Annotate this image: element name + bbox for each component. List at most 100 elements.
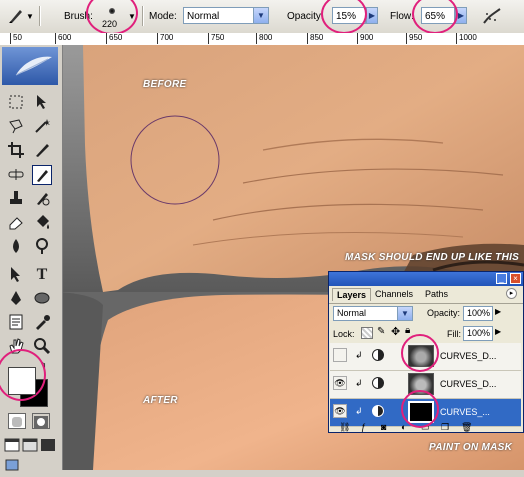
blend-mode-value: Normal — [337, 308, 367, 318]
clipping-arrow-icon: ↲ — [355, 350, 363, 360]
ruler-tick: 700 — [157, 33, 173, 44]
opacity-arrow-icon[interactable]: ▶ — [495, 307, 501, 316]
clone-stamp-tool-icon[interactable] — [6, 189, 26, 209]
crop-tool-icon[interactable] — [6, 141, 26, 161]
marquee-tool-icon[interactable] — [6, 93, 26, 113]
close-icon[interactable]: × — [510, 273, 521, 284]
screen-mode-full-menu-icon[interactable] — [22, 437, 38, 452]
ruler-tick: 50 — [10, 33, 22, 44]
flow-label: Flow: — [390, 11, 414, 22]
path-selection-tool-icon[interactable] — [6, 265, 26, 285]
options-bar: ▼ Brush: 220 ▼ Mode: Normal ▼ Opacity: 1… — [0, 0, 524, 35]
after-label: AFTER — [143, 395, 178, 406]
lock-transparent-icon[interactable] — [361, 327, 373, 339]
eye-icon[interactable]: 👁︎ — [333, 376, 347, 390]
opacity-label: Opacity: — [287, 11, 324, 22]
ruler-tick: 600 — [55, 33, 71, 44]
mode-select[interactable]: Normal ▼ — [183, 7, 269, 24]
adjustment-layer-icon — [372, 349, 384, 361]
layer-name: CURVES_D... — [440, 351, 497, 361]
visibility-toggle[interactable] — [333, 348, 347, 362]
eraser-tool-icon[interactable] — [6, 213, 26, 233]
layer-opacity-value: 100% — [467, 308, 491, 318]
brush-tool-icon[interactable] — [32, 165, 52, 185]
delete-layer-icon[interactable]: 🗑︎ — [461, 422, 472, 433]
mask-note: MASK SHOULD END UP LIKE THIS — [345, 252, 520, 263]
before-label: BEFORE — [143, 79, 187, 90]
lasso-tool-icon[interactable] — [6, 117, 26, 137]
link-layers-icon[interactable]: ⛓︎ — [339, 422, 350, 433]
mode-label: Mode: — [149, 11, 177, 22]
ruler-tick: 1000 — [456, 33, 477, 44]
dodge-tool-icon[interactable] — [32, 237, 52, 257]
opacity-highlight-ring — [321, 0, 367, 34]
ruler-tick: 850 — [307, 33, 323, 44]
quick-mask-mode-icon[interactable] — [32, 413, 50, 429]
fill-arrow-icon[interactable]: ▶ — [495, 327, 501, 336]
layer-opacity-label: Opacity: — [427, 308, 461, 318]
toolbox-header — [2, 47, 58, 85]
pen-tool-icon[interactable] — [6, 289, 26, 309]
blend-mode-select[interactable]: Normal ▼ — [333, 306, 413, 321]
ruler-tick: 900 — [357, 33, 373, 44]
screen-mode-standard-icon[interactable] — [4, 437, 20, 452]
slice-tool-icon[interactable] — [32, 141, 52, 161]
paint-note: PAINT ON MASK — [429, 442, 513, 453]
minimize-icon[interactable]: _ — [496, 273, 507, 284]
brush-tool-preset-icon[interactable] — [6, 6, 26, 26]
blur-tool-icon[interactable] — [6, 237, 26, 257]
magic-wand-tool-icon[interactable] — [32, 117, 52, 137]
new-adjustment-icon[interactable]: ◐ — [401, 422, 406, 432]
layers-tabs: Layers Channels Paths ▸ — [329, 286, 523, 304]
new-layer-icon[interactable]: ❐ — [441, 422, 449, 433]
tool-preset-dropdown-icon[interactable]: ▼ — [26, 12, 34, 21]
layer-style-icon[interactable]: ƒ — [361, 422, 366, 432]
tab-paths[interactable]: Paths — [425, 289, 448, 299]
lock-label: Lock: — [333, 329, 355, 339]
screen-mode-full-icon[interactable] — [40, 437, 56, 451]
standard-mode-icon[interactable] — [8, 413, 26, 429]
lock-position-icon[interactable]: ✥ — [391, 325, 400, 338]
toolbox: T ↰ — [0, 45, 63, 471]
adjustment-layer-icon — [372, 377, 384, 389]
type-tool-icon[interactable]: T — [32, 265, 52, 285]
brush-highlight-ring — [86, 0, 138, 35]
adjustment-layer-icon — [372, 405, 384, 417]
mask-thumbnail-highlight-ring — [401, 390, 439, 428]
healing-brush-tool-icon[interactable] — [6, 165, 26, 185]
layer-name: CURVES_... — [440, 407, 490, 417]
clipping-arrow-icon: ↲ — [355, 406, 363, 416]
imageready-icon[interactable] — [4, 457, 20, 471]
layer-name: CURVES_D... — [440, 379, 497, 389]
ruler-tick: 800 — [256, 33, 272, 44]
layers-panel-titlebar: _ × — [329, 272, 523, 286]
fill-input[interactable]: 100% — [463, 326, 493, 341]
ruler-tick: 750 — [208, 33, 224, 44]
lock-image-icon[interactable]: ✎ — [377, 326, 385, 337]
ruler-tick: 950 — [406, 33, 422, 44]
opacity-slider-button[interactable]: ▶ — [366, 7, 378, 24]
fill-value: 100% — [467, 328, 491, 338]
airbrush-icon[interactable] — [481, 6, 501, 26]
lock-all-icon[interactable]: 🔒︎ — [405, 325, 410, 336]
layers-footer: ⛓︎ ƒ ◙ ◐ ▭ ❐ 🗑︎ — [329, 422, 523, 433]
tab-layers[interactable]: Layers — [332, 288, 372, 301]
tab-channels[interactable]: Channels — [375, 289, 413, 299]
layer-opacity-input[interactable]: 100% — [463, 306, 493, 321]
eye-icon[interactable]: 👁︎ — [333, 404, 347, 418]
ruler-tick: 650 — [106, 33, 122, 44]
ellipse-tool-icon[interactable] — [32, 289, 52, 309]
clipping-arrow-icon: ↲ — [355, 378, 363, 388]
fill-label: Fill: — [447, 329, 461, 339]
panel-menu-icon[interactable]: ▸ — [506, 288, 517, 299]
mode-value: Normal — [187, 11, 220, 22]
paint-bucket-tool-icon[interactable] — [32, 213, 52, 233]
layers-panel: _ × Layers Channels Paths ▸ Normal ▼ Opa… — [328, 271, 524, 433]
eyedropper-tool-icon[interactable] — [32, 313, 52, 333]
top-thumbnail-highlight-ring — [401, 334, 439, 372]
move-tool-icon[interactable] — [32, 93, 52, 113]
notes-tool-icon[interactable] — [6, 313, 26, 333]
add-mask-icon[interactable]: ◙ — [381, 422, 386, 432]
history-brush-tool-icon[interactable] — [32, 189, 52, 209]
foreground-color-front — [8, 367, 36, 395]
